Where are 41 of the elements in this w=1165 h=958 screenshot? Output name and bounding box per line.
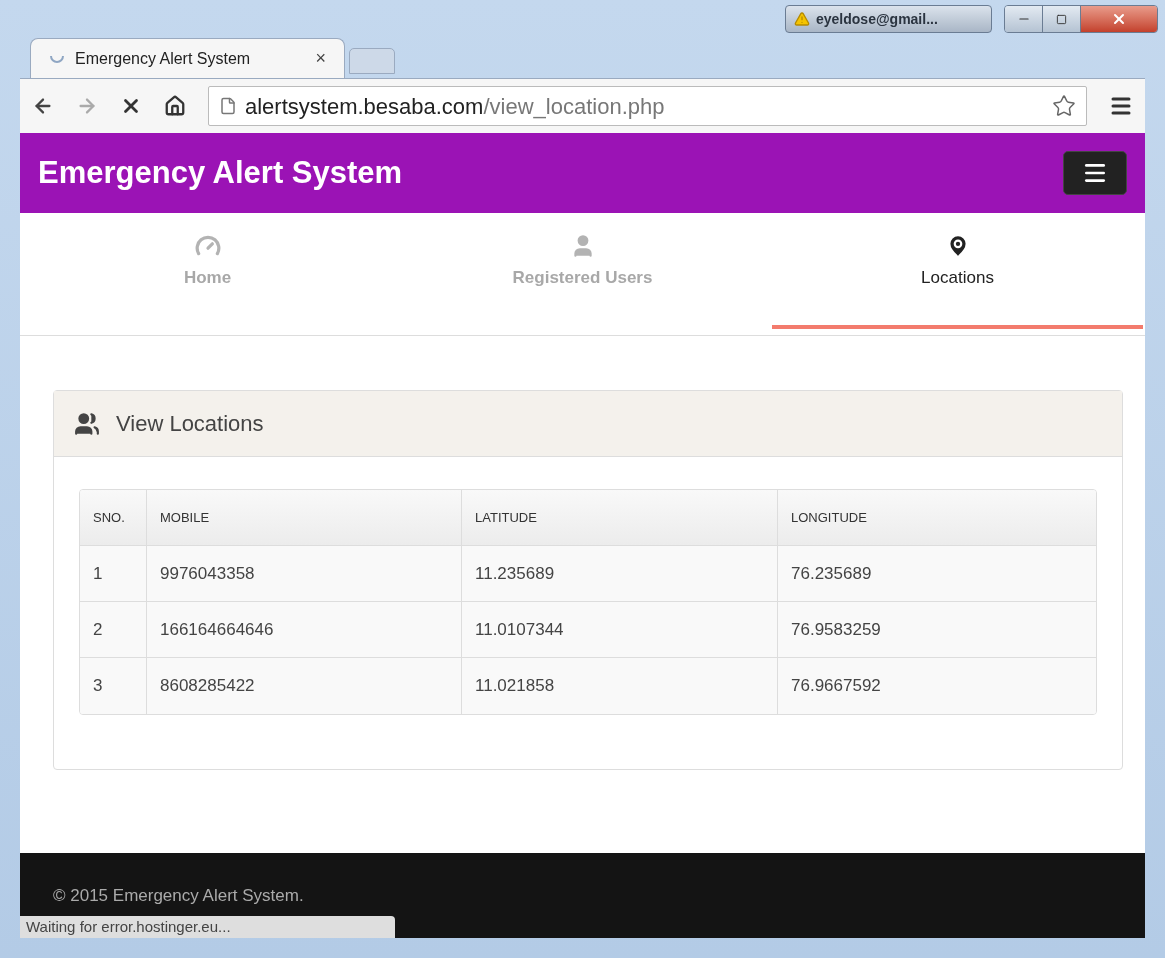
- menu-button[interactable]: [1063, 151, 1127, 195]
- address-bar[interactable]: alertsystem.besaba.com/view_location.php: [208, 86, 1087, 126]
- nav-tab[interactable]: Locations: [772, 213, 1143, 329]
- column-header: SNO.: [80, 490, 147, 545]
- page-icon: [219, 97, 237, 115]
- app-title: Emergency Alert System: [38, 153, 403, 192]
- table-cell: 166164664646: [147, 602, 462, 657]
- tab-title: Emergency Alert System: [75, 48, 252, 69]
- panel-title: View Locations: [116, 410, 264, 438]
- table-cell: 1: [80, 546, 147, 601]
- table-cell: 11.235689: [462, 546, 778, 601]
- users-icon: [74, 410, 100, 437]
- minimize-button[interactable]: [1005, 6, 1043, 32]
- home-icon[interactable]: [164, 95, 186, 117]
- account-name: eyeldose@gmail...: [816, 9, 938, 29]
- table-cell-text: 76.9583259: [790, 618, 882, 641]
- maximize-icon: [1056, 13, 1067, 25]
- account-badge[interactable]: eyeldose@gmail...: [785, 5, 992, 33]
- url-path: /view_location.php: [483, 92, 666, 121]
- url-host: alertsystem.besaba.com: [245, 92, 484, 121]
- status-text: Waiting for error.hostinger.eu...: [26, 916, 231, 937]
- table-cell: 9976043358: [147, 546, 462, 601]
- table-cell: 11.0107344: [462, 602, 778, 657]
- warning-icon: [794, 11, 810, 27]
- table-cell: 2: [80, 602, 147, 657]
- column-header: LATITUDE: [462, 490, 778, 545]
- loading-icon: [49, 54, 65, 63]
- table-cell: 11.021858: [462, 658, 778, 714]
- footer-text: © 2015 Emergency Alert System.: [53, 884, 304, 907]
- browser-tab[interactable]: Emergency Alert System ×: [30, 38, 345, 78]
- column-header: LONGITUDE: [790, 508, 868, 527]
- table-cell: 8608285422: [147, 658, 462, 714]
- table-cell-text: 76.235689: [790, 562, 873, 585]
- close-icon: [1111, 11, 1127, 27]
- column-header: MOBILE: [147, 490, 462, 545]
- close-button[interactable]: [1081, 6, 1157, 32]
- bookmark-star-icon[interactable]: [1052, 94, 1076, 118]
- maximize-button[interactable]: [1043, 6, 1081, 32]
- table-cell: 3: [80, 658, 147, 714]
- tab-close[interactable]: ×: [315, 45, 326, 72]
- table-cell-text: 76.9667592: [790, 675, 882, 698]
